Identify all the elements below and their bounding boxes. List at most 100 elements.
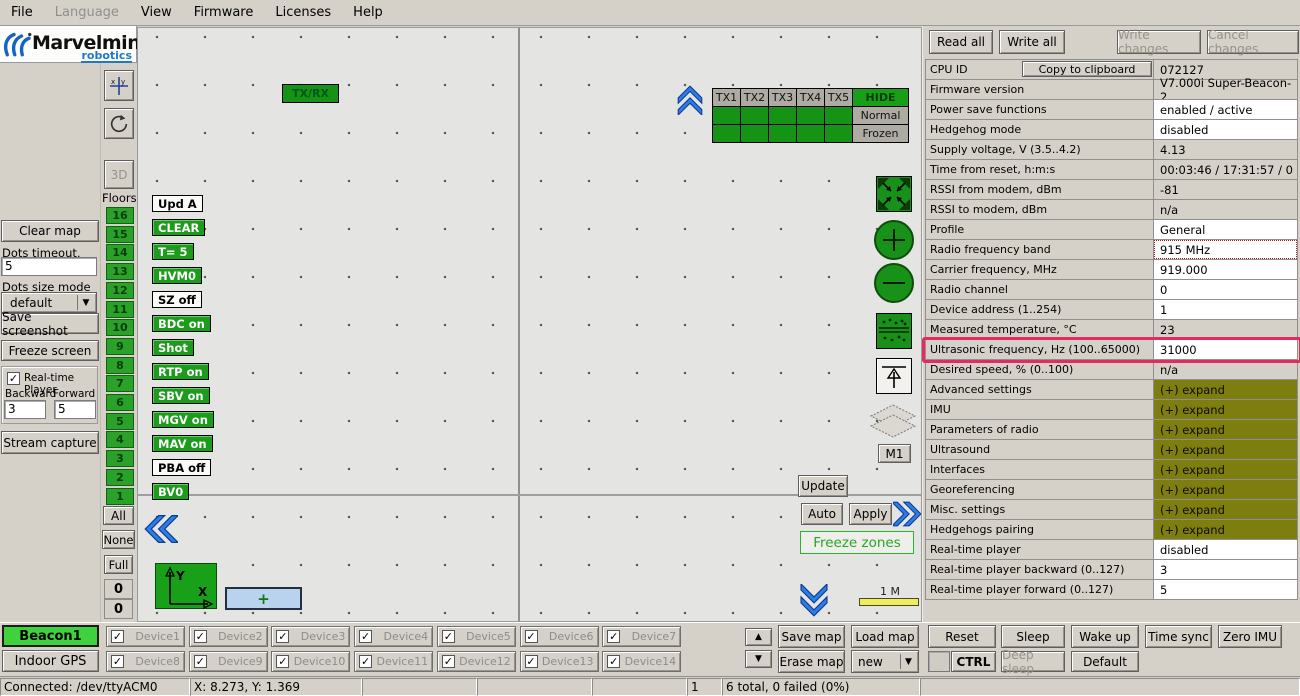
tx-cell[interactable] <box>824 124 853 143</box>
device-checkbox[interactable]: ✓ <box>111 630 124 643</box>
floor-button-3[interactable]: 3 <box>106 450 134 467</box>
device-toggle-device13[interactable]: ✓Device13 <box>520 651 599 672</box>
save-screenshot-button[interactable]: Save screenshot <box>1 313 99 334</box>
stream-capture-button[interactable]: Stream capture <box>1 431 99 454</box>
device-toggle-device10[interactable]: ✓Device10 <box>271 651 350 672</box>
device-checkbox[interactable]: ✓ <box>525 630 538 643</box>
device-checkbox[interactable]: ✓ <box>359 655 372 668</box>
zoom-in-button[interactable] <box>874 220 914 260</box>
device-checkbox[interactable]: ✓ <box>194 630 207 643</box>
tx-cell[interactable] <box>768 124 797 143</box>
floor-button-6[interactable]: 6 <box>106 394 134 411</box>
tx-column-tx3[interactable]: TX3 <box>768 88 797 107</box>
device-checkbox[interactable]: ✓ <box>525 655 538 668</box>
floor-spin-value[interactable]: 0 <box>104 579 133 599</box>
txrx-button[interactable]: TX/RX <box>282 84 339 103</box>
add-button[interactable]: + <box>225 587 302 610</box>
tx-cell[interactable] <box>712 106 741 125</box>
freeze-screen-button[interactable]: Freeze screen <box>1 340 99 361</box>
indoor-gps-tab[interactable]: Indoor GPS <box>2 650 99 672</box>
write-changes-button[interactable]: Write changes <box>1117 30 1201 54</box>
clear-map-button[interactable]: Clear map <box>1 220 99 242</box>
param-value[interactable]: (+) expand <box>1153 399 1298 420</box>
menu-item-licenses[interactable]: Licenses <box>264 1 342 24</box>
tx-cell[interactable] <box>796 106 825 125</box>
device-scroll-down-button[interactable]: ▼ <box>745 650 772 668</box>
tx-cell[interactable] <box>740 124 769 143</box>
floor-button-15[interactable]: 15 <box>106 226 134 243</box>
device-toggle-device8[interactable]: ✓Device8 <box>106 651 185 672</box>
device-checkbox[interactable]: ✓ <box>442 630 455 643</box>
time-sync-button[interactable]: Time sync <box>1145 625 1212 648</box>
zero-imu-button[interactable]: Zero IMU <box>1218 625 1282 648</box>
auto-button[interactable]: Auto <box>801 503 843 525</box>
param-value[interactable]: disabled <box>1153 119 1298 140</box>
floors-all-button[interactable]: All <box>103 506 134 525</box>
axes-tool-button[interactable]: xy <box>104 70 134 101</box>
move-to-top-button[interactable] <box>876 358 912 394</box>
map-button-hvm0[interactable]: HVM0 <box>152 267 202 284</box>
param-value[interactable]: 1 <box>1153 299 1298 320</box>
chevron-down-icon[interactable]: ▼ <box>900 654 916 669</box>
floor-button-5[interactable]: 5 <box>106 413 134 430</box>
zoom-out-button[interactable] <box>874 263 914 303</box>
param-value[interactable]: 0 <box>1153 279 1298 300</box>
map-button-shot[interactable]: Shot <box>152 339 194 356</box>
deep-sleep-button[interactable]: Deep sleep <box>1001 651 1065 672</box>
forward-input[interactable]: 5 <box>54 400 96 419</box>
device-checkbox[interactable]: ✓ <box>111 655 124 668</box>
param-value[interactable]: disabled <box>1153 539 1298 560</box>
read-all-button[interactable]: Read all <box>929 30 993 54</box>
device-toggle-device1[interactable]: ✓Device1 <box>106 626 185 647</box>
fit-view-button[interactable] <box>876 176 912 212</box>
device-toggle-device9[interactable]: ✓Device9 <box>189 651 268 672</box>
rotate-tool-button[interactable] <box>104 108 134 139</box>
map-button-bv0[interactable]: BV0 <box>152 483 189 500</box>
floors-full-button[interactable]: Full <box>104 555 133 574</box>
map-button-rtp-on[interactable]: RTP on <box>152 363 209 380</box>
tx-column-tx1[interactable]: TX1 <box>712 88 741 107</box>
sleep-button[interactable]: Sleep <box>1001 625 1065 648</box>
param-value[interactable]: enabled / active <box>1153 99 1298 120</box>
dots-timeout-input[interactable]: 5 <box>1 257 97 276</box>
map-button-bdc-on[interactable]: BDC on <box>152 315 211 332</box>
floor-button-4[interactable]: 4 <box>106 431 134 448</box>
3d-view-button[interactable]: 3D <box>104 160 134 189</box>
pan-left-icon[interactable] <box>144 512 178 546</box>
device-toggle-device5[interactable]: ✓Device5 <box>437 626 516 647</box>
map-button-upd-a[interactable]: Upd A <box>152 195 203 212</box>
device-toggle-device4[interactable]: ✓Device4 <box>354 626 433 647</box>
device-toggle-device2[interactable]: ✓Device2 <box>189 626 268 647</box>
floor-button-13[interactable]: 13 <box>106 263 134 280</box>
pan-down-icon[interactable] <box>799 584 829 617</box>
floor-button-11[interactable]: 11 <box>106 301 134 318</box>
floor-button-12[interactable]: 12 <box>106 282 134 299</box>
chevron-down-icon[interactable]: ▼ <box>77 295 94 310</box>
map-button-t-5[interactable]: T= 5 <box>152 243 194 260</box>
tx-cell[interactable] <box>796 124 825 143</box>
device-checkbox[interactable]: ✓ <box>607 655 620 668</box>
param-value[interactable]: (+) expand <box>1153 499 1298 520</box>
beacon-tab[interactable]: Beacon1 <box>2 625 99 647</box>
tx-cell[interactable] <box>824 106 853 125</box>
map-select[interactable]: new ▼ <box>851 650 919 673</box>
device-checkbox[interactable]: ✓ <box>607 630 620 643</box>
floor-button-7[interactable]: 7 <box>106 375 134 392</box>
device-checkbox[interactable]: ✓ <box>442 655 455 668</box>
floor-button-9[interactable]: 9 <box>106 338 134 355</box>
reset-button[interactable]: Reset <box>928 625 996 648</box>
tx-cell[interactable] <box>768 106 797 125</box>
device-toggle-device3[interactable]: ✓Device3 <box>271 626 350 647</box>
device-toggle-device11[interactable]: ✓Device11 <box>354 651 433 672</box>
param-value[interactable]: (+) expand <box>1153 459 1298 480</box>
menu-item-language[interactable]: Language <box>44 1 130 24</box>
map-button-mav-on[interactable]: MAV on <box>152 435 213 452</box>
param-value[interactable]: 919.000 <box>1153 259 1298 280</box>
map-button-sbv-on[interactable]: SBV on <box>152 387 210 404</box>
save-map-button[interactable]: Save map <box>778 625 845 648</box>
param-value[interactable]: 5 <box>1153 579 1298 600</box>
floor-button-10[interactable]: 10 <box>106 319 134 336</box>
tx-cell[interactable] <box>712 124 741 143</box>
dots-view-button[interactable] <box>876 313 912 349</box>
floor-button-16[interactable]: 16 <box>106 207 134 224</box>
